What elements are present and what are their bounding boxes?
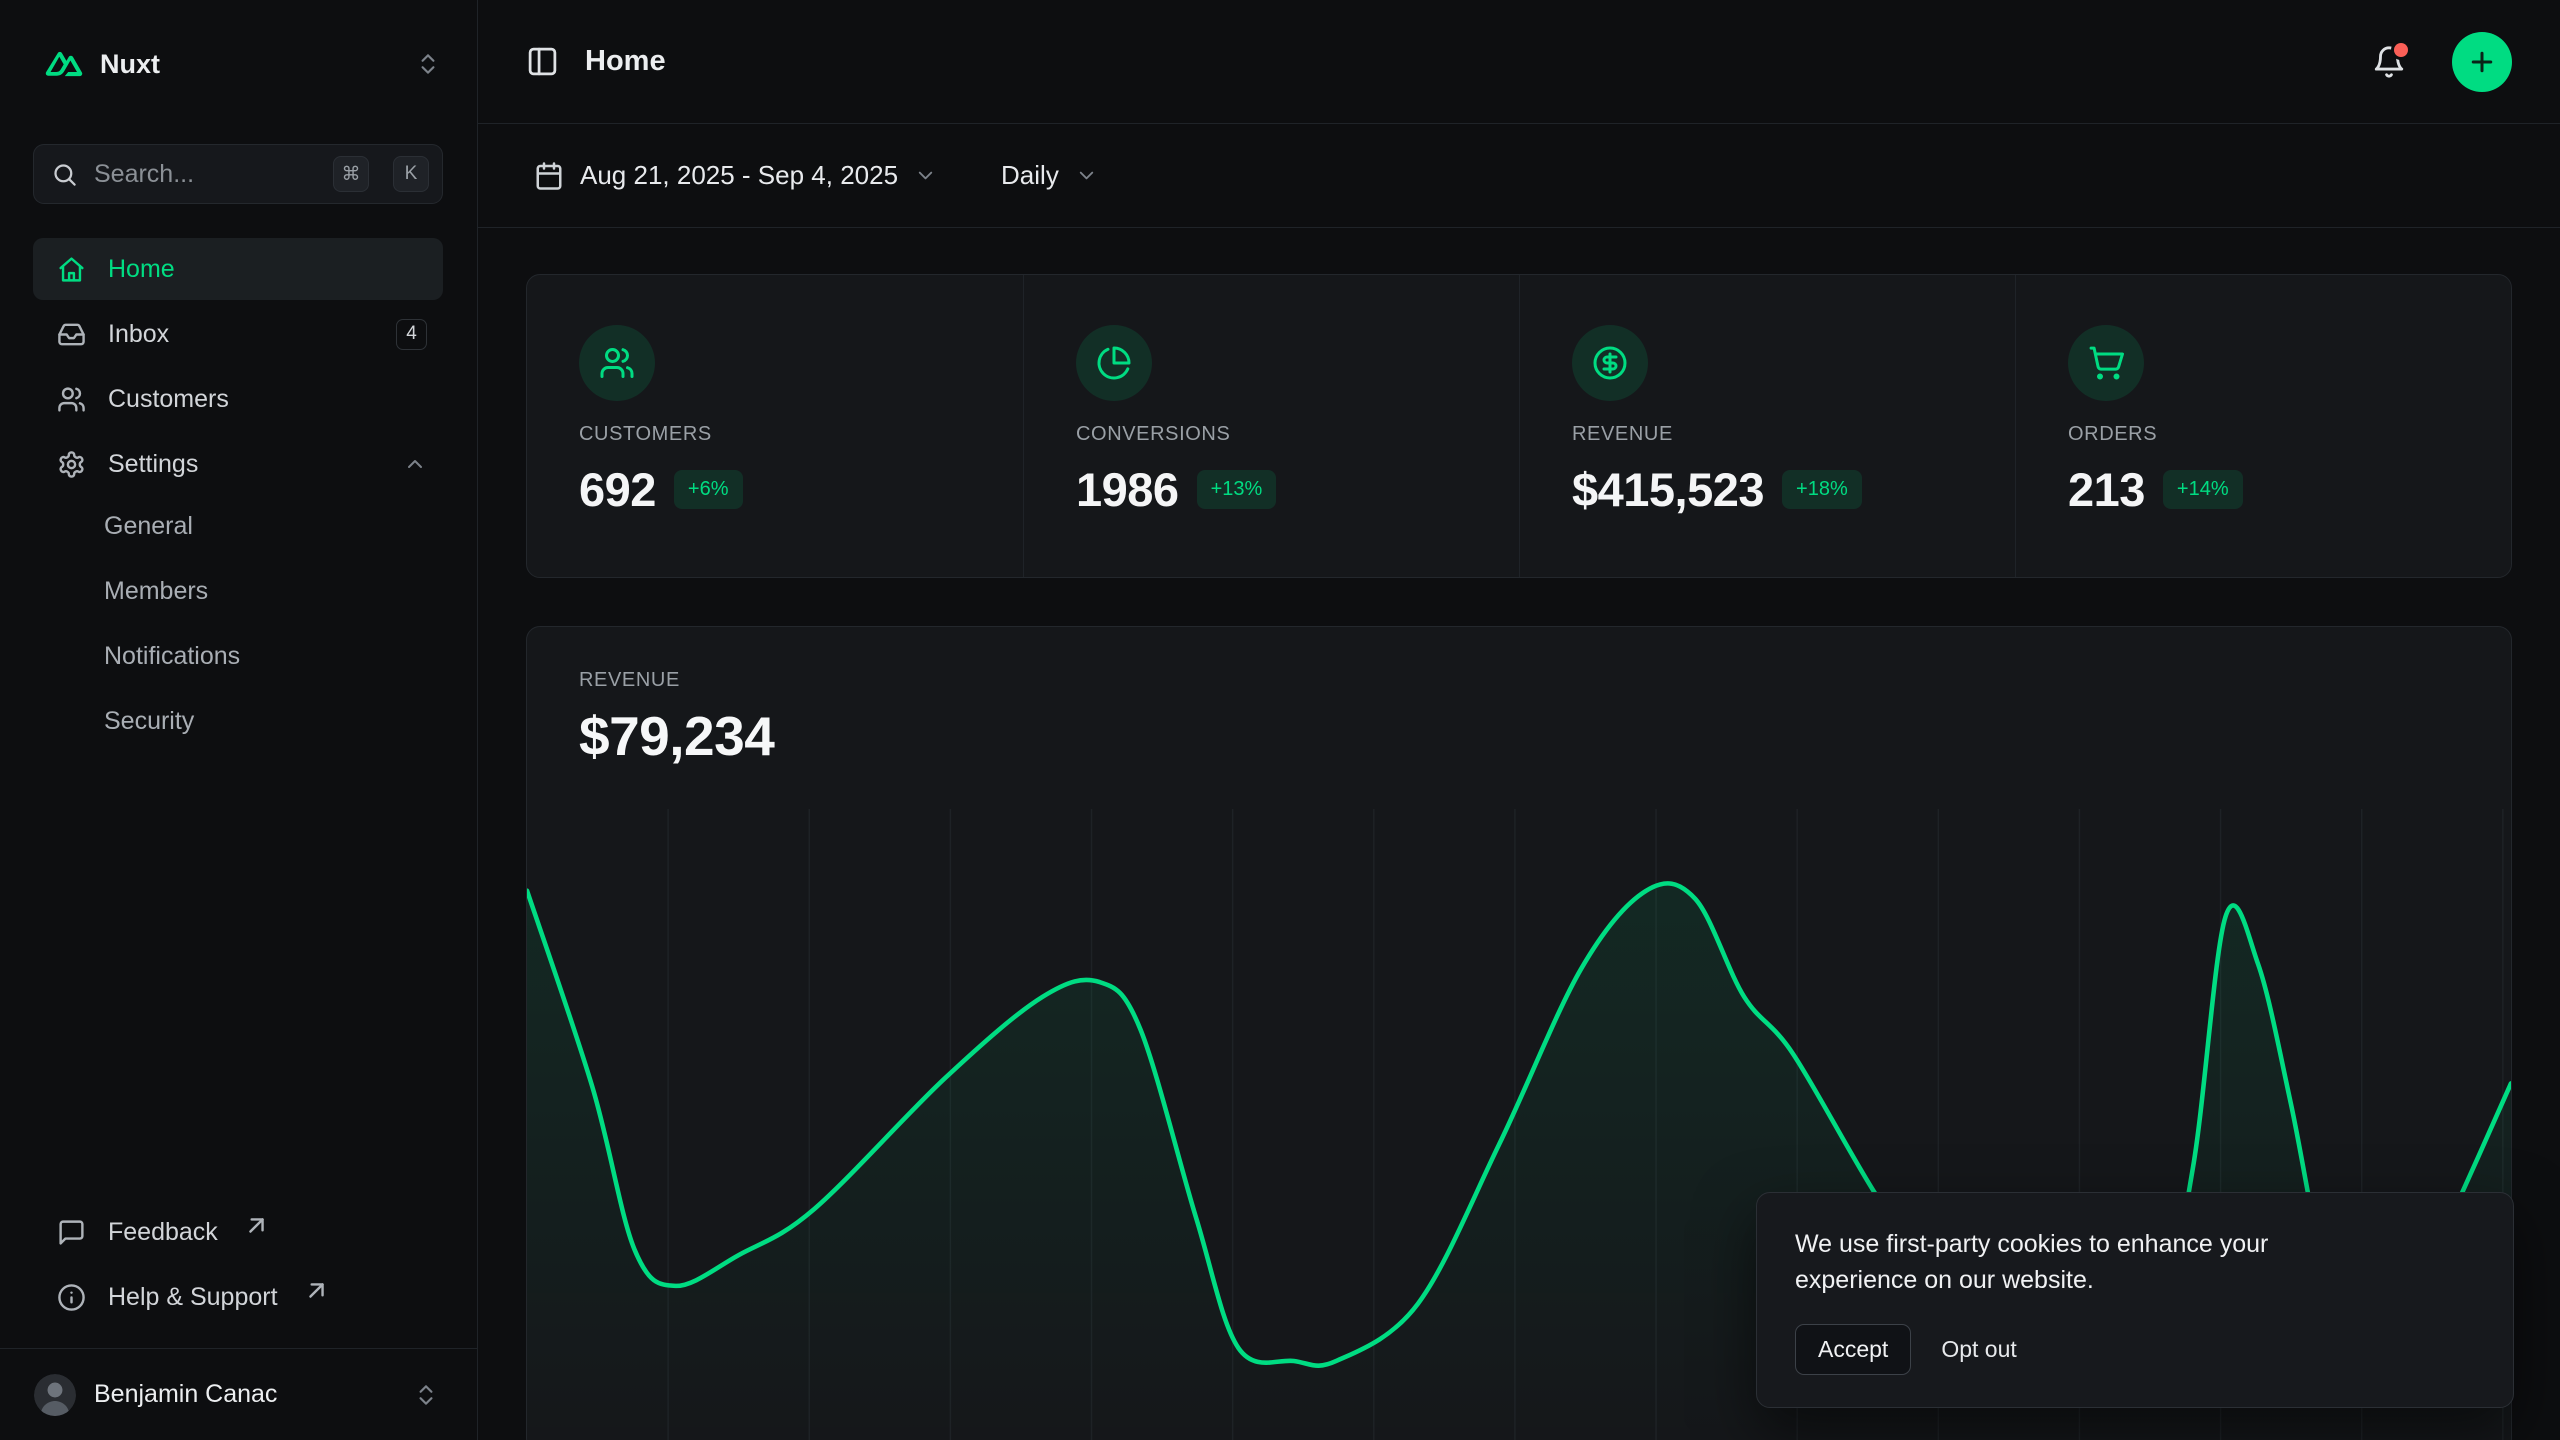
chevrons-up-down-icon [413, 1382, 439, 1408]
stat-card-conversions[interactable]: CONVERSIONS 1986 +13% [1023, 275, 1519, 577]
add-button[interactable] [2452, 32, 2512, 92]
nuxt-logo-icon [44, 44, 84, 84]
user-name: Benjamin Canac [94, 1380, 395, 1409]
feedback-link[interactable]: Feedback [33, 1201, 443, 1263]
sidebar-item-home[interactable]: Home [33, 238, 443, 300]
users-icon [599, 345, 635, 381]
inbox-count-badge: 4 [396, 319, 427, 350]
stat-card-orders[interactable]: ORDERS 213 +14% [2015, 275, 2511, 577]
date-range-label: Aug 21, 2025 - Sep 4, 2025 [580, 160, 898, 191]
external-link-icon [242, 1211, 271, 1240]
cookie-accept-button[interactable]: Accept [1795, 1324, 1911, 1375]
stat-icon-wrap [579, 325, 655, 401]
sidebar-item-label: Customers [108, 385, 427, 414]
users-icon [57, 385, 86, 414]
inbox-icon [57, 320, 86, 349]
user-menu[interactable]: Benjamin Canac [0, 1348, 477, 1440]
search-icon [51, 161, 78, 188]
stat-value: 692 [579, 462, 656, 517]
external-link-icon [302, 1276, 331, 1305]
stat-delta-badge: +18% [1782, 470, 1862, 509]
kbd-key: K [393, 156, 429, 192]
workspace-switcher[interactable]: Nuxt [44, 40, 441, 88]
sidebar-item-security[interactable]: Security [33, 690, 443, 752]
cart-icon [2088, 345, 2124, 381]
sidebar-nav: Home Inbox 4 Customers Settings [33, 238, 443, 495]
stat-icon-wrap [1076, 325, 1152, 401]
revenue-chart-value: $79,234 [579, 704, 2459, 768]
revenue-chart-label: REVENUE [579, 669, 2459, 692]
sidebar-item-label: Settings [108, 450, 381, 479]
stat-value: $415,523 [1572, 462, 1764, 517]
avatar [34, 1374, 76, 1416]
granularity-select[interactable]: Daily [1001, 160, 1098, 191]
stat-icon-wrap [2068, 325, 2144, 401]
info-circle-icon [57, 1283, 86, 1312]
cookie-optout-button[interactable]: Opt out [1941, 1325, 2016, 1374]
stats-row: CUSTOMERS 692 +6% CONVERSIONS 1986 +13% [526, 274, 2512, 578]
stat-label: ORDERS [2068, 423, 2459, 446]
message-bubble-icon [57, 1218, 86, 1247]
panel-left-icon[interactable] [526, 45, 559, 78]
calendar-icon [534, 161, 564, 191]
chevrons-up-down-icon [415, 51, 441, 77]
sidebar-item-notifications[interactable]: Notifications [33, 625, 443, 687]
chevron-down-icon [1075, 164, 1098, 187]
search-placeholder: Search... [94, 160, 317, 189]
stat-label: CONVERSIONS [1076, 423, 1467, 446]
dollar-circle-icon [1592, 345, 1628, 381]
notifications-button[interactable] [2372, 45, 2406, 79]
cookie-actions: Accept Opt out [1795, 1324, 2475, 1375]
sidebar: Nuxt Search... ⌘ K Home Inbox 4 [0, 0, 478, 1440]
house-icon [57, 255, 86, 284]
date-range-picker[interactable]: Aug 21, 2025 - Sep 4, 2025 [534, 160, 937, 191]
cookie-message: We use first-party cookies to enhance yo… [1795, 1227, 2340, 1298]
stat-delta-badge: +6% [674, 470, 743, 509]
gear-icon [57, 450, 86, 479]
sidebar-item-customers[interactable]: Customers [33, 368, 443, 430]
chevron-down-icon [914, 164, 937, 187]
sidebar-item-members[interactable]: Members [33, 560, 443, 622]
sidebar-item-settings[interactable]: Settings [33, 433, 443, 495]
sidebar-item-label: Inbox [108, 320, 374, 349]
feedback-label: Feedback [108, 1218, 218, 1247]
help-support-label: Help & Support [108, 1283, 278, 1312]
chevron-up-icon [403, 452, 427, 476]
stat-delta-badge: +14% [2163, 470, 2243, 509]
sidebar-footer: Feedback Help & Support [33, 1201, 443, 1328]
plus-icon [2467, 47, 2497, 77]
page-header: Home [478, 0, 2560, 124]
stat-icon-wrap [1572, 325, 1648, 401]
stat-card-revenue[interactable]: REVENUE $415,523 +18% [1519, 275, 2015, 577]
cookie-banner: We use first-party cookies to enhance yo… [1756, 1192, 2514, 1408]
sidebar-item-inbox[interactable]: Inbox 4 [33, 303, 443, 365]
stat-delta-badge: +13% [1197, 470, 1277, 509]
settings-subnav: General Members Notifications Security [33, 495, 443, 752]
help-support-link[interactable]: Help & Support [33, 1266, 443, 1328]
pie-chart-icon [1096, 345, 1132, 381]
sidebar-item-general[interactable]: General [33, 495, 443, 557]
notification-dot [2394, 43, 2408, 57]
search-input[interactable]: Search... ⌘ K [33, 144, 443, 204]
stat-card-customers[interactable]: CUSTOMERS 692 +6% [527, 275, 1023, 577]
stat-label: REVENUE [1572, 423, 1963, 446]
stat-label: CUSTOMERS [579, 423, 971, 446]
workspace-name: Nuxt [100, 49, 160, 80]
sidebar-item-label: Home [108, 255, 427, 284]
granularity-label: Daily [1001, 160, 1059, 191]
stat-value: 213 [2068, 462, 2145, 517]
kbd-meta: ⌘ [333, 156, 369, 192]
header-actions [2372, 32, 2512, 92]
page-title: Home [585, 45, 666, 78]
stat-value: 1986 [1076, 462, 1179, 517]
filters-toolbar: Aug 21, 2025 - Sep 4, 2025 Daily [478, 124, 2560, 228]
